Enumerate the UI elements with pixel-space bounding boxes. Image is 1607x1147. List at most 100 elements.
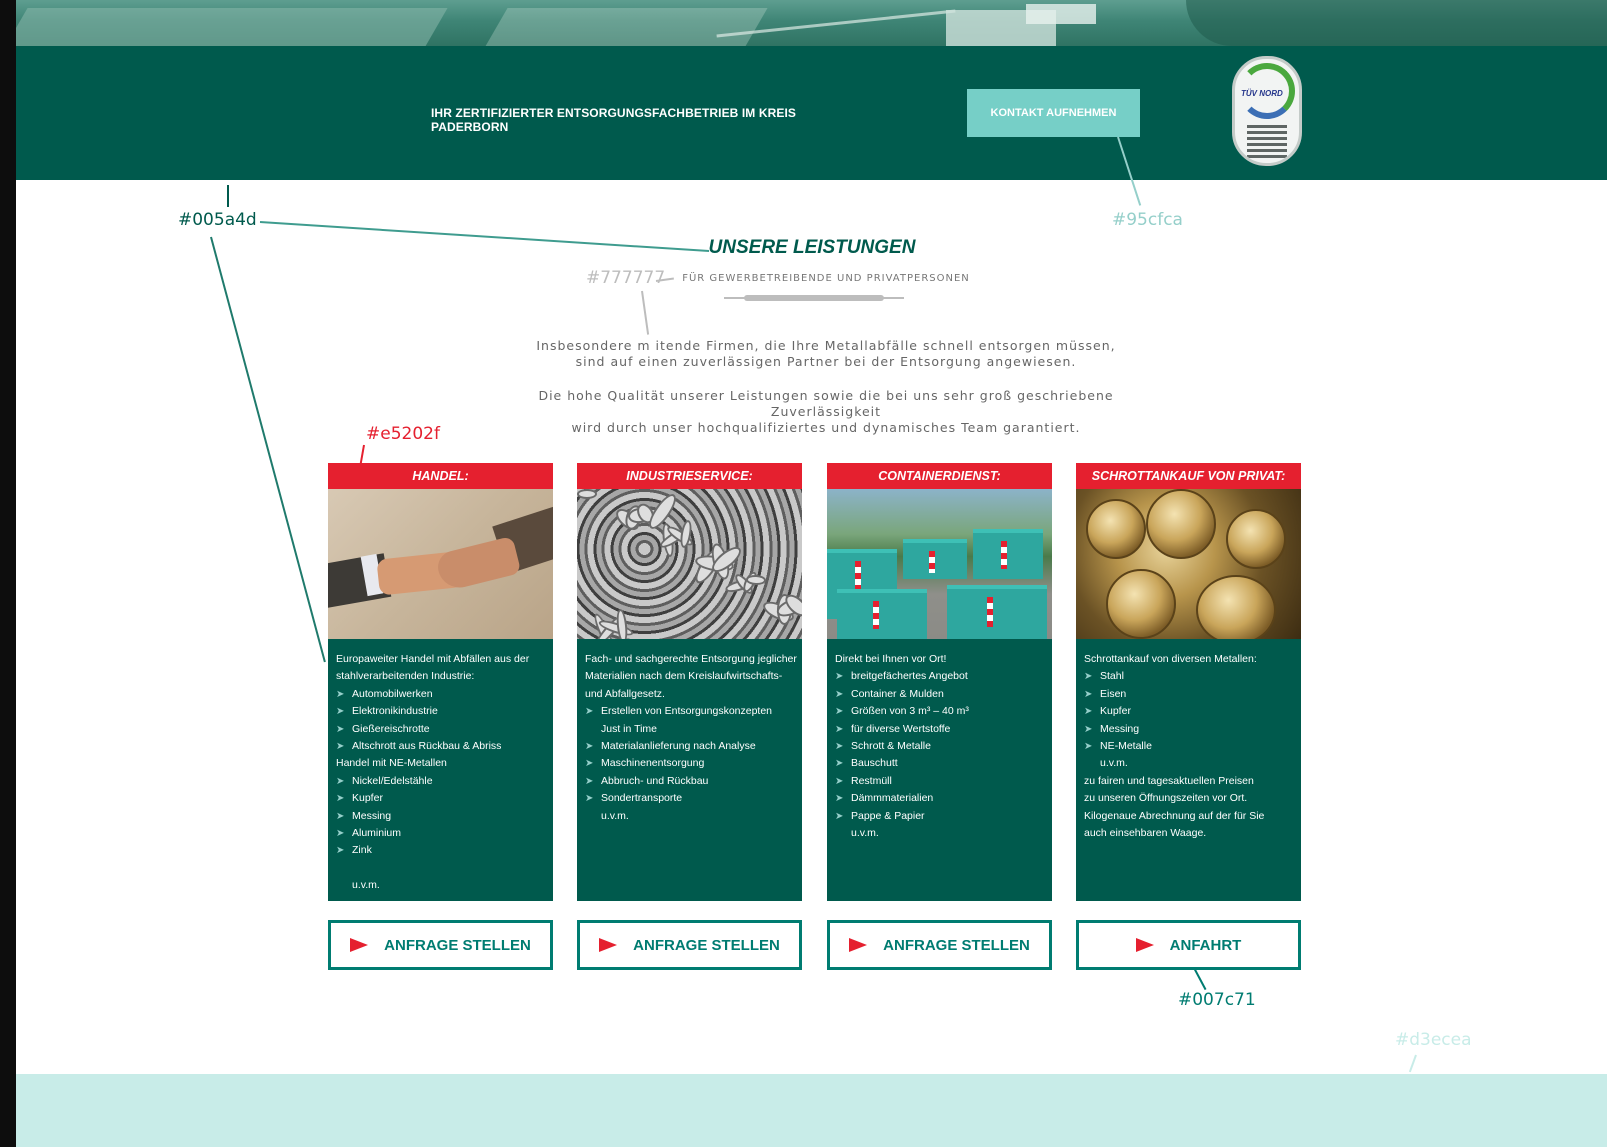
card-body: Fach- und sachgerechte Entsorgung jeglic… — [577, 639, 802, 901]
list-item: ➤ Altschrott aus Rückbau & Abriss — [336, 738, 545, 755]
card-text: Stahl — [1100, 670, 1124, 683]
intro-line: wird durch unser hochqualifiziertes und … — [571, 420, 1081, 435]
section-divider — [724, 295, 904, 301]
red-arrow-icon — [849, 938, 868, 952]
card-text: Handel mit NE-Metallen — [336, 757, 447, 770]
card-text: Zink — [352, 844, 372, 857]
list-item: ➤ breitgefächertes Angebot — [835, 668, 1044, 685]
card-text: NE-Metalle — [1100, 740, 1152, 753]
service-card-handel: HANDEL: Europaweiter Handel mit Abfällen… — [328, 463, 553, 970]
intro-line: Die hohe Qualität unserer Leistungen sow… — [538, 388, 1114, 419]
card-text: Restmüll — [851, 774, 892, 787]
list-item: ➤ Kupfer — [1084, 703, 1293, 720]
arrow-bullet-icon: ➤ — [835, 706, 844, 718]
list-item: ➤ Automobilwerken — [336, 686, 545, 703]
arrow-bullet-icon: ➤ — [585, 706, 594, 718]
card-text: Eisen — [1100, 687, 1127, 700]
card-body: Schrottankauf von diversen Metallen: ➤ Sta… — [1076, 639, 1301, 901]
card-text-line: Schrottankauf von diversen Metallen: — [1084, 651, 1293, 668]
card-text-line: stahlverarbeitenden Industrie: — [336, 668, 545, 685]
metal-chips-image — [577, 489, 802, 639]
annotation-pointer — [210, 236, 326, 663]
card-text: Materialanlieferung nach Analyse — [601, 740, 756, 753]
card-text-line: u.v.m. — [336, 877, 545, 894]
header-band: IHR ZERTIFIZIERTER ENTSORGUNGSFACHBETRIE… — [16, 46, 1607, 180]
field-shape — [16, 8, 448, 46]
card-text: und Abfallgesetz. — [585, 687, 665, 700]
arrow-bullet-icon: ➤ — [585, 758, 594, 770]
list-item: ➤ Eisen — [1084, 686, 1293, 703]
arrow-bullet-icon: ➤ — [336, 828, 345, 840]
card-text-line: Materialien nach dem Kreislaufwirtschaft… — [585, 668, 794, 685]
building-shape — [1026, 4, 1096, 24]
card-text: Just in Time — [601, 722, 658, 735]
card-text: u.v.m. — [851, 827, 879, 840]
button-label: ANFRAGE STELLEN — [384, 936, 531, 954]
list-item: ➤ Container & Mulden — [835, 686, 1044, 703]
list-item: ➤ Elektronikindustrie — [336, 703, 545, 720]
card-text-line: Fach- und sachgerechte Entsorgung jeglic… — [585, 651, 797, 668]
arrow-bullet-icon: ➤ — [835, 810, 844, 822]
list-item: ➤ Pappe & Papier — [835, 808, 1044, 825]
card-text: breitgefächertes Angebot — [851, 670, 968, 683]
card-title: INDUSTRIESERVICE: — [577, 463, 802, 489]
card-text: Altschrott aus Rückbau & Abriss — [352, 740, 502, 753]
card-text: Europaweiter Handel mit Abfällen aus der — [336, 653, 530, 665]
list-item: ➤ Erstellen von Entsorgungskonzepten — [585, 703, 794, 720]
annotation-pointer — [259, 221, 710, 253]
metal-chip-shape — [745, 574, 767, 586]
list-item: ➤ Maschinenentsorgung — [585, 755, 794, 772]
arrow-bullet-icon: ➤ — [835, 793, 844, 805]
list-item: ➤ Abbruch- und Rückbau — [585, 773, 794, 790]
anfrage-button-industrieservice[interactable]: ANFRAGE STELLEN — [577, 920, 802, 970]
arrow-bullet-icon: ➤ — [585, 775, 594, 787]
arrow-bullet-icon: ➤ — [1084, 688, 1093, 700]
card-text: Kupfer — [1100, 705, 1131, 718]
card-title: SCHROTTANKAUF VON PRIVAT: — [1076, 463, 1301, 489]
arrow-bullet-icon: ➤ — [336, 723, 345, 735]
card-text-line: Kilogenaue Abrechnung auf der für Sie — [1084, 808, 1293, 825]
card-text: Messing — [352, 809, 392, 822]
card-text-line: Handel mit NE-Metallen — [336, 755, 545, 772]
page: IHR ZERTIFIZIERTER ENTSORGUNGSFACHBETRIE… — [16, 0, 1607, 1147]
card-text: Container & Mulden — [851, 687, 944, 700]
metal-chip-shape — [615, 608, 629, 639]
list-item: ➤ Sondertransporte — [585, 790, 794, 807]
card-text: Bauschutt — [851, 757, 898, 770]
section-title: UNSERE LEISTUNGEN — [708, 237, 916, 258]
anfrage-button-handel[interactable]: ANFRAGE STELLEN — [328, 920, 553, 970]
arrow-bullet-icon: ➤ — [336, 775, 345, 787]
card-text: u.v.m. — [601, 809, 629, 822]
anfahrt-button[interactable]: ANFAHRT — [1076, 920, 1301, 970]
anfrage-button-containerdienst[interactable]: ANFRAGE STELLEN — [827, 920, 1052, 970]
card-text: Kupfer — [352, 792, 383, 805]
contact-button[interactable]: KONTAKT AUFNEHMEN — [967, 89, 1140, 137]
brass-scrap-image — [1076, 489, 1301, 639]
annotation-pointer — [1408, 1054, 1417, 1073]
arrow-bullet-icon: ➤ — [336, 845, 345, 857]
card-text-line: und Abfallgesetz. — [585, 686, 794, 703]
list-item: ➤ Dämmmaterialien — [835, 790, 1044, 807]
card-text: Schrottankauf von diversen Metallen: — [1084, 653, 1257, 665]
list-item: ➤ Materialanlieferung nach Analyse — [585, 738, 794, 755]
service-card-containerdienst: CONTAINERDIENST: Direkt bei Ihnen vor Or… — [827, 463, 1052, 970]
intro-paragraph-2: Die hohe Qualität unserer Leistungen sow… — [486, 388, 1166, 436]
arrow-bullet-icon: ➤ — [835, 741, 844, 753]
trees-shape — [1186, 0, 1607, 46]
card-text: Pappe & Papier — [851, 809, 925, 822]
color-annotation-button: #007c71 — [1178, 990, 1256, 1010]
card-text: Elektronikindustrie — [352, 705, 438, 718]
card-text: Aluminium — [352, 827, 402, 840]
field-shape — [484, 8, 768, 46]
metal-chip-shape — [577, 489, 597, 499]
color-annotation-primary: #005a4d — [178, 210, 257, 230]
color-annotation-footer: #d3ecea — [1395, 1030, 1472, 1050]
list-item: ➤ Kupfer — [336, 790, 545, 807]
card-body: Direkt bei Ihnen vor Ort! ➤ breitgefächert… — [827, 639, 1052, 901]
card-title: CONTAINERDIENST: — [827, 463, 1052, 489]
service-card-industrieservice: INDUSTRIESERVICE: Fach- und sachgerechte… — [577, 463, 802, 970]
arrow-bullet-icon: ➤ — [1084, 741, 1093, 753]
list-item: ➤ Zink — [336, 842, 545, 859]
card-text: Sondertransporte — [601, 792, 683, 805]
card-text: Abbruch- und Rückbau — [601, 774, 709, 787]
